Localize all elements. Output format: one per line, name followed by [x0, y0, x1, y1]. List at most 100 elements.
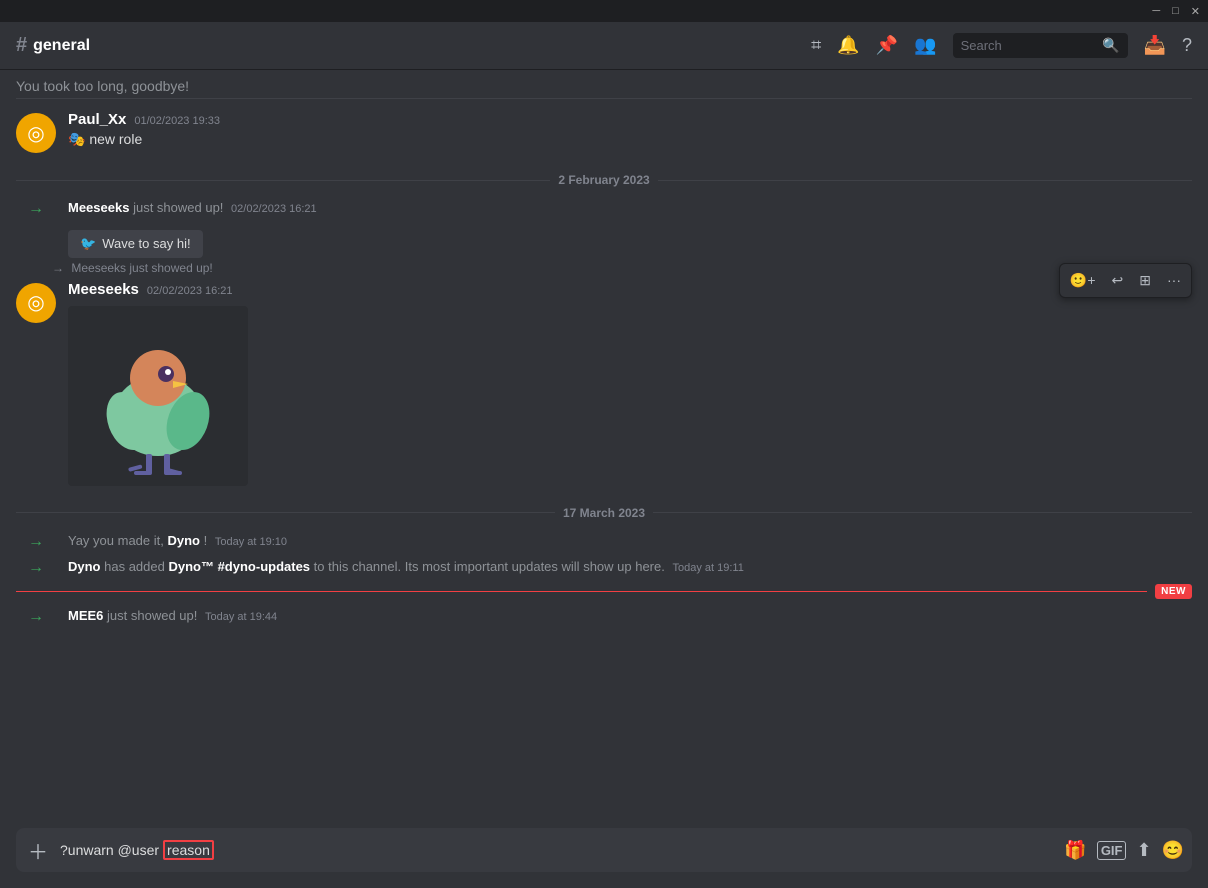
- message-timestamp-meeseeks: 02/02/2023 16:21: [147, 285, 233, 297]
- titlebar: ─ □ ✕: [0, 0, 1208, 22]
- new-divider: NEW: [0, 580, 1208, 603]
- minimize-button[interactable]: ─: [1152, 5, 1160, 17]
- input-icons: 🎁 GIF ⬆ 😊: [1064, 840, 1184, 861]
- dyno1-prefix: Yay you made it,: [68, 533, 167, 548]
- system-arrow-dyno1: →: [16, 531, 56, 551]
- message-header-paul: Paul_Xx 01/02/2023 19:33: [68, 111, 1192, 128]
- add-attachment-button[interactable]: ＋: [24, 832, 52, 869]
- divider-line-right: [658, 180, 1192, 181]
- message-author-paul: Paul_Xx: [68, 111, 126, 128]
- divider-line: [16, 98, 1192, 99]
- chat-area: You took too long, goodbye! ◎ Paul_Xx 01…: [0, 70, 1208, 820]
- channel-title: # general: [16, 34, 90, 57]
- mee6-author: MEE6: [68, 608, 103, 623]
- bird-image: [68, 306, 248, 486]
- system-message-meeseeks1: → Meeseeks just showed up! 02/02/2023 16…: [0, 195, 1208, 261]
- gift-icon[interactable]: 🎁: [1064, 840, 1086, 861]
- system-message-dyno2: → Dyno has added Dyno™ #dyno-updates to …: [0, 554, 1208, 580]
- input-prefix: ?unwarn @user: [60, 842, 159, 858]
- divider-line-left-mar: [16, 512, 555, 513]
- wave-btn-label: Wave to say hi!: [102, 236, 190, 251]
- new-badge: NEW: [1155, 584, 1192, 599]
- ref-text: Meeseeks just showed up!: [71, 261, 212, 275]
- message-text-paul: 🎭 new role: [68, 130, 1192, 150]
- dyno2-text2: to this channel. Its most important upda…: [314, 559, 584, 574]
- system-text-mee6: MEE6 just showed up! Today at 19:44: [68, 606, 277, 626]
- upload-icon[interactable]: ⬆: [1136, 840, 1151, 861]
- search-box[interactable]: Search 🔍: [953, 33, 1128, 58]
- divider-line-left: [16, 180, 550, 181]
- channel-header: # general ⌗ 🔔 📌 👥 Search 🔍 📥 ?: [0, 22, 1208, 70]
- message-input[interactable]: [214, 834, 1057, 866]
- system-arrow-dyno2: →: [16, 557, 56, 577]
- message-group-paul: ◎ Paul_Xx 01/02/2023 19:33 🎭 new role: [0, 107, 1208, 157]
- dyno2-text3: show up here.: [583, 559, 665, 574]
- help-icon[interactable]: ?: [1182, 35, 1192, 56]
- bird-svg: [78, 316, 238, 476]
- ref-arrow-icon: →: [52, 261, 64, 275]
- hover-actions: 🙂+ ↩ ⊞ ···: [1059, 263, 1192, 298]
- inbox-icon[interactable]: 📥: [1144, 35, 1166, 56]
- members-icon[interactable]: 👥: [914, 35, 936, 56]
- input-area: ＋ ?unwarn @user reason 🎁 GIF ⬆ 😊: [0, 820, 1208, 888]
- system-text-meeseeks1: Meeseeks just showed up! 02/02/2023 16:2…: [68, 198, 317, 258]
- close-button[interactable]: ✕: [1191, 5, 1200, 18]
- system-message-dyno1: → Yay you made it, Dyno ! Today at 19:10: [0, 528, 1208, 554]
- search-placeholder: Search: [961, 38, 1097, 53]
- dyno1-exclaim: !: [204, 533, 211, 548]
- dyno2-text1: has added: [104, 559, 168, 574]
- hash-icon: #: [16, 34, 27, 57]
- input-box: ＋ ?unwarn @user reason 🎁 GIF ⬆ 😊: [16, 828, 1192, 872]
- system-arrow-1: →: [16, 198, 56, 218]
- search-icon: 🔍: [1102, 37, 1119, 54]
- new-divider-line: [16, 591, 1147, 592]
- system-arrow-mee6: →: [16, 606, 56, 626]
- input-cursor-text: reason: [163, 840, 214, 860]
- channel-threads-icon[interactable]: ⌗: [811, 35, 821, 56]
- discord-logo: ◎: [27, 121, 44, 146]
- dyno1-author: Dyno: [167, 533, 200, 548]
- wave-icon: 🐦: [80, 236, 96, 252]
- maximize-button[interactable]: □: [1172, 5, 1179, 17]
- dyno2-channel-ref: Dyno™ #dyno-updates: [168, 559, 310, 574]
- message-author-meeseeks: Meeseeks: [68, 281, 139, 298]
- bell-icon[interactable]: 🔔: [837, 35, 859, 56]
- dyno2-timestamp: Today at 19:11: [672, 562, 743, 574]
- system-timestamp-meeseeks1: 02/02/2023 16:21: [231, 203, 317, 215]
- mee6-action: just showed up!: [107, 608, 201, 623]
- message-group-meeseeks: ◎ Meeseeks 02/02/2023 16:21: [0, 277, 1208, 490]
- system-author-meeseeks1: Meeseeks: [68, 200, 129, 215]
- date-divider-mar17: 17 March 2023: [0, 490, 1208, 528]
- emoji-input-icon[interactable]: 😊: [1162, 840, 1184, 861]
- discord-logo-meeseeks: ◎: [27, 290, 44, 315]
- wave-button[interactable]: 🐦 Wave to say hi!: [68, 230, 203, 258]
- input-text-wrapper: ?unwarn @user reason: [60, 834, 1056, 866]
- more-options-button[interactable]: ···: [1161, 268, 1187, 293]
- emoji-react-button[interactable]: 🙂+: [1064, 268, 1102, 293]
- gif-icon[interactable]: GIF: [1097, 841, 1127, 860]
- date-label-mar17: 17 March 2023: [563, 506, 645, 520]
- system-text-dyno1: Yay you made it, Dyno ! Today at 19:10: [68, 531, 287, 551]
- reply-button[interactable]: ↩: [1106, 268, 1130, 293]
- avatar-paul: ◎: [16, 113, 56, 153]
- message-timestamp-paul: 01/02/2023 19:33: [134, 115, 220, 127]
- add-reaction-button[interactable]: ⊞: [1133, 268, 1157, 293]
- top-message-continuation: You took too long, goodbye!: [0, 70, 1208, 98]
- dyno1-timestamp: Today at 19:10: [215, 536, 287, 548]
- system-text-dyno2: Dyno has added Dyno™ #dyno-updates to th…: [68, 557, 744, 577]
- date-divider-feb2: 2 February 2023: [0, 157, 1208, 195]
- meeseeks-ref: → Meeseeks just showed up!: [0, 261, 1208, 275]
- system-action-meeseeks1: just showed up!: [133, 200, 227, 215]
- mee6-timestamp: Today at 19:44: [205, 611, 277, 623]
- divider-line-right-mar: [653, 512, 1192, 513]
- avatar-meeseeks: ◎: [16, 283, 56, 323]
- message-header-meeseeks: Meeseeks 02/02/2023 16:21: [68, 281, 1192, 298]
- channel-name: general: [33, 37, 90, 55]
- pin-icon[interactable]: 📌: [876, 35, 898, 56]
- header-icons: ⌗ 🔔 📌 👥 Search 🔍 📥 ?: [811, 33, 1192, 58]
- dyno2-author: Dyno: [68, 559, 101, 574]
- system-message-mee6: → MEE6 just showed up! Today at 19:44: [0, 603, 1208, 629]
- message-content-meeseeks: Meeseeks 02/02/2023 16:21: [68, 281, 1192, 486]
- message-content-paul: Paul_Xx 01/02/2023 19:33 🎭 new role: [68, 111, 1192, 153]
- date-label-feb2: 2 February 2023: [558, 173, 649, 187]
